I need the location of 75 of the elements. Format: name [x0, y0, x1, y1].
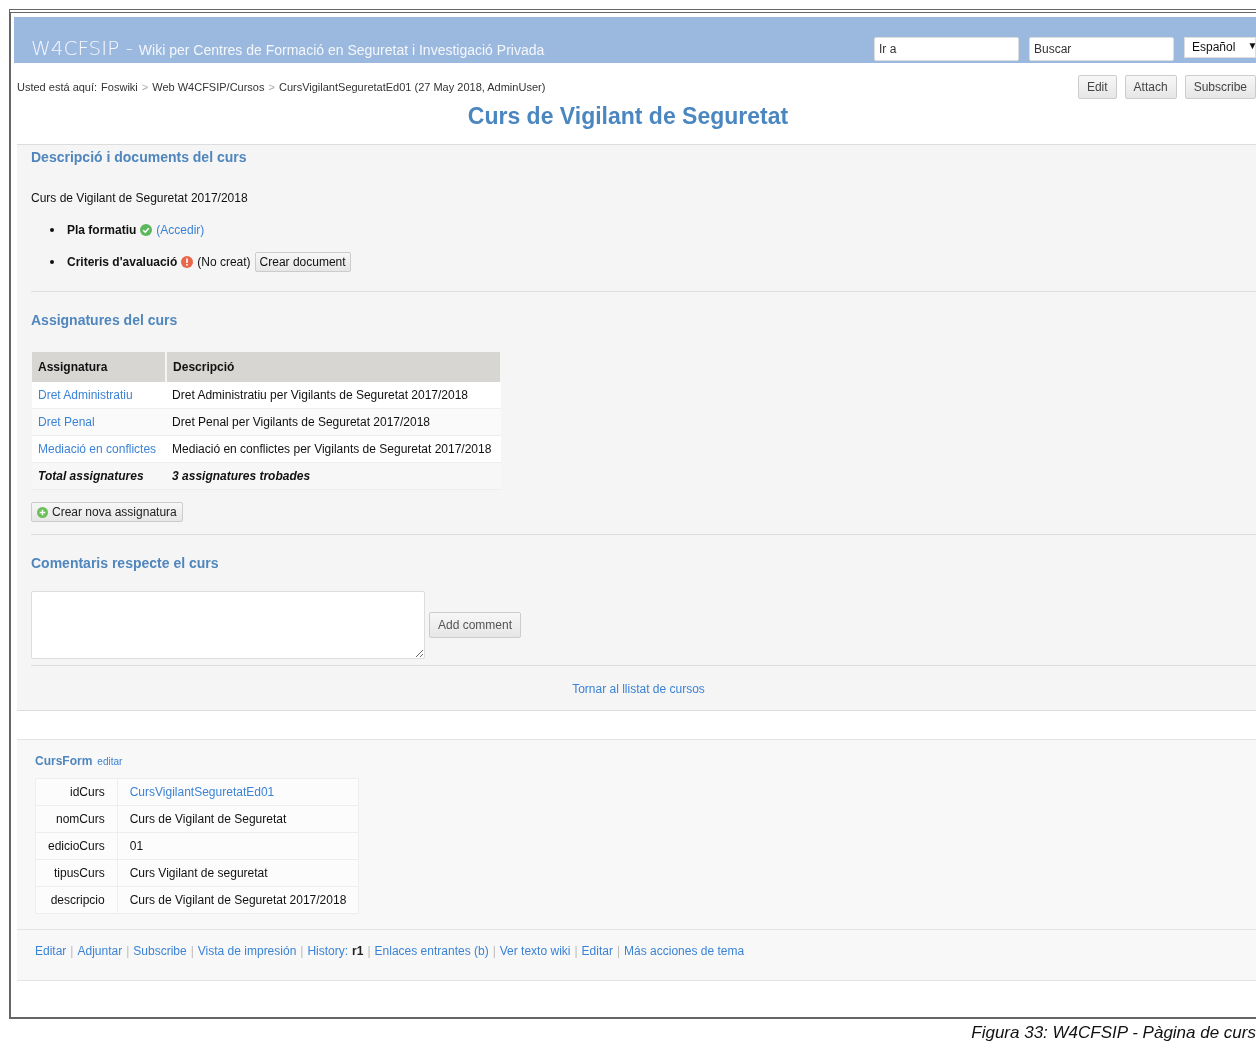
link-separator: |	[367, 944, 371, 958]
breadcrumb-label: Usted está aquí:	[17, 81, 98, 93]
edit-link[interactable]: editar	[97, 756, 123, 767]
link-separator: |	[126, 944, 130, 958]
search-field[interactable]: Buscar	[1029, 37, 1174, 61]
figure-caption: Figura 33: W4CFSIP - Pàgina de curs	[970, 1022, 1256, 1043]
document-label: Criteris d'avaluació	[67, 255, 178, 269]
field-value: Curs de Vigilant de Seguretat	[117, 805, 359, 833]
site-subtitle: Wiki per Centres de Formació en Seguretat i Investigació Privada	[138, 42, 545, 58]
jump-field[interactable]: Ir a	[874, 37, 1019, 61]
subject-link[interactable]: Dret Penal	[32, 408, 167, 436]
field-value: Curs de Vigilant de Seguretat 2017/2018	[117, 886, 359, 914]
section-heading: Descripció i documents del curs	[31, 149, 248, 165]
create-document-button[interactable]: Crear document	[254, 252, 351, 272]
action-button[interactable]: Attach	[1124, 75, 1177, 99]
new-subject-button[interactable]: Crear nova assignatura	[31, 502, 183, 522]
column-header: Assignatura	[32, 352, 167, 382]
comment-field[interactable]	[31, 591, 425, 659]
action-button[interactable]: Subscribe	[1184, 75, 1256, 99]
subject-link[interactable]: Mediació en conflictes	[32, 435, 167, 463]
breadcrumb-link[interactable]: Foswiki	[101, 81, 138, 93]
link-separator: |	[190, 944, 194, 958]
plus-icon	[37, 506, 48, 518]
back-link[interactable]: Tornar al llistat de cursos	[572, 682, 705, 696]
link-separator: |	[492, 944, 496, 958]
field-value: 01	[117, 832, 359, 860]
footer-link[interactable]: Más acciones de tema	[624, 944, 745, 958]
breadcrumb-separator: >	[268, 81, 275, 93]
status-note: (No creat)	[197, 255, 251, 269]
table-cell: Dret Administratiu per Vigilants de Seguretat 2017/2018	[166, 382, 502, 409]
field-link[interactable]: CursVigilantSeguretatEd01	[117, 778, 359, 806]
footer-link[interactable]: Enlaces entrantes (b)	[374, 944, 489, 958]
action-button[interactable]: Edit	[1077, 75, 1117, 99]
bullet-icon	[50, 260, 54, 264]
footer-link[interactable]: Editar	[35, 944, 67, 958]
table-cell: Mediació en conflictes per Vigilants de Seguretat 2017/2018	[166, 435, 502, 463]
bullet-icon	[50, 228, 54, 232]
check-icon	[140, 224, 153, 236]
field-label: nomCurs	[35, 805, 118, 833]
section-heading: Comentaris respecte el curs	[31, 555, 220, 571]
field-label: tipusCurs	[35, 859, 118, 887]
footer-link[interactable]: Editar	[581, 944, 613, 958]
breadcrumb-link[interactable]: Web W4CFSIP/Cursos	[152, 81, 265, 93]
link-separator: |	[300, 944, 304, 958]
table-cell: 3 assignatures trobades	[166, 462, 502, 490]
field-label: edicioCurs	[35, 832, 118, 860]
form-name-link[interactable]: CursForm	[35, 754, 93, 768]
subject-link[interactable]: Dret Administratiu	[32, 382, 167, 409]
footer-link[interactable]: Vista de impresión	[197, 944, 297, 958]
course-description: Curs de Vigilant de Seguretat 2017/2018	[31, 191, 249, 205]
table-cell: Dret Penal per Vigilants de Seguretat 2017/2018	[166, 408, 502, 436]
footer-link[interactable]: History:	[307, 944, 349, 958]
column-header: Descripció	[166, 352, 502, 382]
field-value: Curs Vigilant de seguretat	[117, 859, 359, 887]
breadcrumb-separator: >	[141, 81, 149, 93]
document-label: Pla formatiu	[67, 223, 137, 237]
footer-link[interactable]: Ver texto wiki	[499, 944, 571, 958]
field-label: idCurs	[35, 778, 118, 806]
breadcrumb-link[interactable]: CursVigilantSeguretatEd01 (27 May 2018, AdminUser)	[278, 81, 546, 93]
add-comment-button[interactable]: Add comment	[429, 612, 522, 638]
field-label: descripcio	[35, 886, 118, 914]
warning-icon	[181, 256, 194, 268]
site-name: W4CFSIP -	[31, 36, 133, 60]
revision-number: r1	[352, 944, 364, 958]
footer-link[interactable]: Adjuntar	[77, 944, 123, 958]
access-link[interactable]: (Accedir)	[156, 223, 205, 237]
table-cell: Total assignatures	[32, 462, 167, 490]
page-title: Curs de Vigilant de Seguretat	[466, 103, 790, 130]
link-separator: |	[70, 944, 74, 958]
caret-icon: ▼	[1247, 40, 1256, 57]
link-separator: |	[616, 944, 621, 958]
section-heading: Assignatures del curs	[31, 312, 179, 328]
link-separator: |	[574, 944, 578, 958]
footer-link[interactable]: Subscribe	[133, 944, 187, 958]
language-select[interactable]: Español ▼	[1184, 37, 1256, 58]
